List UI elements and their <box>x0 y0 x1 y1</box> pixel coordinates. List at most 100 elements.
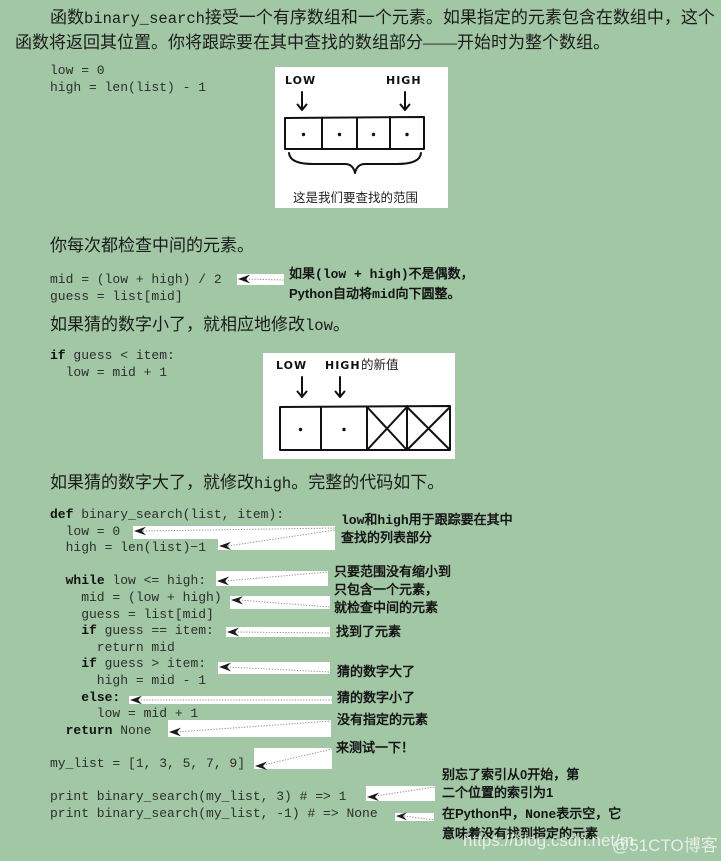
annotation-line: 来测试一下！ <box>336 739 414 757</box>
text-segment: low = 0 <box>50 63 105 78</box>
array-outline <box>284 116 425 150</box>
annotation-too-high: 猜的数字大了 <box>337 663 415 681</box>
text-segment: 如果猜的数字大了，就修改 <box>50 473 254 492</box>
text-segment: mid = (low + high) / 2 <box>50 272 222 287</box>
text-segment: low = mid + 1 <box>50 364 168 380</box>
inline-code: None <box>525 807 557 822</box>
annotation-line: 猜的数字大了 <box>337 663 415 681</box>
callout-arrow-mid-rounding <box>237 274 285 285</box>
paragraph-line: 函数将返回其位置。你将跟踪要在其中查找的数组部分——开始时为整个数组。 <box>15 31 715 55</box>
watermark-brand: @51CTO博客 <box>612 836 718 855</box>
range-brace-icon <box>288 152 422 174</box>
text-segment: guess == item: <box>96 623 214 639</box>
annotation-line: 没有指定的元素 <box>337 711 428 729</box>
high-new-value-label: 的新值 <box>361 357 399 372</box>
text-segment: 查找的列表部分 <box>341 530 433 545</box>
annotation-too-low: 猜的数字小了 <box>337 689 415 707</box>
code-keyword: if <box>50 348 66 363</box>
annotation-line: 别忘了索引从0开始，第 <box>442 766 579 784</box>
text-segment: low = 0 <box>50 523 121 539</box>
annotation-line: 查找的列表部分 <box>341 529 513 546</box>
text-segment: 别忘了索引从0开始，第 <box>442 767 580 782</box>
callout-background <box>237 274 284 285</box>
text-segment: low = mid + 1 <box>50 706 199 722</box>
high-label: HIGH <box>386 74 422 87</box>
paragraph-line: 函数binary_search接受一个有序数组和一个元素。如果指定的元素包含在数… <box>50 6 715 31</box>
annotation-range-tracking: low和high用于跟踪要在其中 查找的列表部分 <box>341 511 513 546</box>
high-label: HIGH <box>325 359 361 372</box>
code-block-init: low = 0 high = len(list) - 1 <box>50 63 206 96</box>
code-block-mid: mid = (low + high) / 2 guess = list[mid] <box>50 272 222 305</box>
figure-updated-drawing: LOW HIGH 的新值 <box>276 357 451 451</box>
code-block-low-update: if guess < item: low = mid + 1 <box>50 348 175 381</box>
code-line: my_list = [1, 3, 5, 7, 9] <box>50 756 378 773</box>
annotation-line: 就检查中间的元素 <box>334 599 451 617</box>
callout-arrow-none-note <box>395 812 435 821</box>
figure-initial-range: LOW HIGH 这是我们要查找的范围 <box>275 67 448 208</box>
annotation-line: 如果(low + high)不是偶数， <box>289 264 474 284</box>
code-line: if guess == item: <box>50 623 378 640</box>
code-line: guess = list[mid] <box>50 607 378 624</box>
code-line: high = mid - 1 <box>50 673 378 690</box>
annotation-line: Python自动将mid向下圆整。 <box>289 284 474 304</box>
text-segment: 没有指定的元素 <box>337 712 429 727</box>
code-line: return mid <box>50 640 378 657</box>
code-line: low = mid + 1 <box>50 706 378 723</box>
inline-code: high <box>377 513 409 528</box>
text-segment: guess > item: <box>96 656 207 672</box>
text-segment: high = len(list)−1 <box>50 540 207 556</box>
dotted-leader-line <box>403 815 435 821</box>
text-segment: my_list = [1, 3, 5, 7, 9] <box>50 755 246 771</box>
arrowhead-icon <box>238 274 250 284</box>
text-segment: 用于跟踪要在其中 <box>408 512 513 527</box>
code-keyword: if <box>81 656 97 672</box>
text-segment: return mid <box>50 639 175 655</box>
text-segment: 来测试一下！ <box>336 740 415 755</box>
text-segment: guess < item: <box>65 348 175 363</box>
annotation-mid-rounding: 如果(low + high)不是偶数， Python自动将mid向下圆整。 <box>289 264 474 304</box>
inline-code: (low + high) <box>315 267 409 282</box>
text-segment: 找到了元素 <box>336 624 402 639</box>
text-segment: 你每次都检查中间的元素。 <box>50 236 254 255</box>
dotted-leader-line <box>374 786 436 797</box>
code-line: if guess < item: <box>50 348 175 365</box>
code-keyword: return <box>65 722 113 738</box>
check-middle-text: 你每次都检查中间的元素。 <box>50 234 254 258</box>
text-segment: high = len(list) - 1 <box>50 79 207 95</box>
inline-code: high <box>254 475 292 493</box>
text-segment: low <= high: <box>104 573 207 589</box>
text-segment: 向下圆整。 <box>395 286 461 301</box>
annotation-not-found: 没有指定的元素 <box>337 711 428 729</box>
array-outline <box>279 405 451 451</box>
paragraph-line: 你每次都检查中间的元素。 <box>50 234 254 258</box>
code-line: guess = list[mid] <box>50 289 222 306</box>
guess-high-text: 如果猜的数字大了，就修改high。完整的代码如下。 <box>50 471 444 496</box>
intro-paragraph: 函数binary_search接受一个有序数组和一个元素。如果指定的元素包含在数… <box>15 6 715 55</box>
guess-low-text: 如果猜的数字小了，就相应地修改low。 <box>50 313 350 338</box>
cell-dot <box>405 132 409 137</box>
callout-background <box>395 813 434 821</box>
text-segment: 只要范围没有缩小到 <box>334 564 452 579</box>
code-keyword: if <box>81 623 97 639</box>
cell-dot <box>342 427 346 432</box>
annotation-found: 找到了元素 <box>336 623 401 641</box>
dotted-leader-line <box>245 278 285 281</box>
text-segment <box>50 723 66 738</box>
text-segment: 函数将返回其位置。你将跟踪要在其中查找的数组部分——开始时为整个数组。 <box>15 33 610 52</box>
text-segment: 如果 <box>289 266 316 281</box>
text-segment: high = mid - 1 <box>50 672 207 688</box>
arrowhead-icon <box>396 812 407 821</box>
code-block-binary-search: def binary_search(list, item): low = 0 h… <box>50 507 378 822</box>
inline-code: low <box>305 317 333 335</box>
text-segment: 只包含一个元素， <box>334 582 439 597</box>
code-line: else: <box>50 690 378 707</box>
code-line: while low <= high: <box>50 573 378 590</box>
code-line: low = mid + 1 <box>50 365 175 382</box>
code-line: low = 0 <box>50 63 206 80</box>
code-keyword: def <box>50 507 74 522</box>
code-line: low = 0 <box>50 524 378 541</box>
text-segment: mid = (low + high) <box>50 589 222 605</box>
cell-dot <box>301 132 306 137</box>
